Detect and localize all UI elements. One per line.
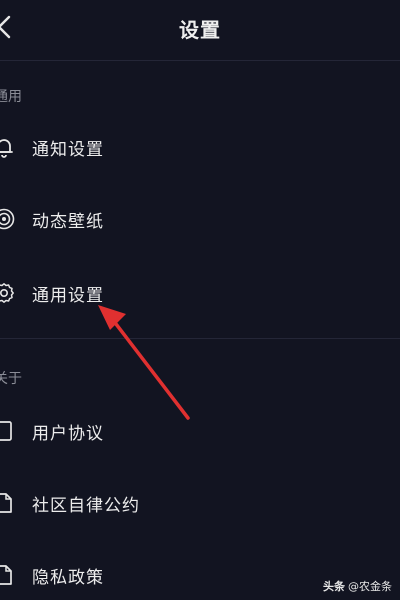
menu-item-user-agreement[interactable]: 用户协议 (0, 404, 400, 460)
page-title: 设置 (179, 18, 221, 42)
bell-icon (0, 135, 16, 159)
menu-item-label: 隐私政策 (32, 568, 104, 588)
gear-icon (0, 281, 16, 305)
document-icon (0, 491, 16, 515)
dynamic-wallpaper-icon (0, 207, 16, 231)
section-divider (0, 338, 400, 339)
menu-item-label: 社区自律公约 (32, 496, 140, 516)
menu-item-label: 通知设置 (32, 140, 104, 160)
menu-item-label: 用户协议 (32, 424, 104, 444)
section-label-general: 通用 (0, 89, 22, 105)
header-divider (0, 60, 400, 61)
settings-screen: 设置 通用 通知设置 动态壁纸 通用设置 关于 用户协议 社区自律公约 隐私政策… (0, 0, 400, 600)
menu-item-label: 动态壁纸 (32, 212, 104, 232)
menu-item-dynamic-wallpaper[interactable]: 动态壁纸 (0, 192, 400, 248)
header: 设置 (0, 0, 400, 58)
menu-item-general-settings[interactable]: 通用设置 (0, 266, 400, 322)
section-label-about: 关于 (0, 371, 22, 387)
watermark-brand: 头条 (323, 580, 345, 593)
menu-item-label: 通用设置 (32, 286, 104, 306)
document-icon (0, 563, 16, 587)
watermark: 头条 @农金条 (323, 578, 392, 594)
menu-item-community-guidelines[interactable]: 社区自律公约 (0, 476, 400, 532)
menu-item-notification-settings[interactable]: 通知设置 (0, 120, 400, 176)
watermark-handle: @农金条 (348, 580, 392, 593)
document-icon (0, 419, 16, 443)
